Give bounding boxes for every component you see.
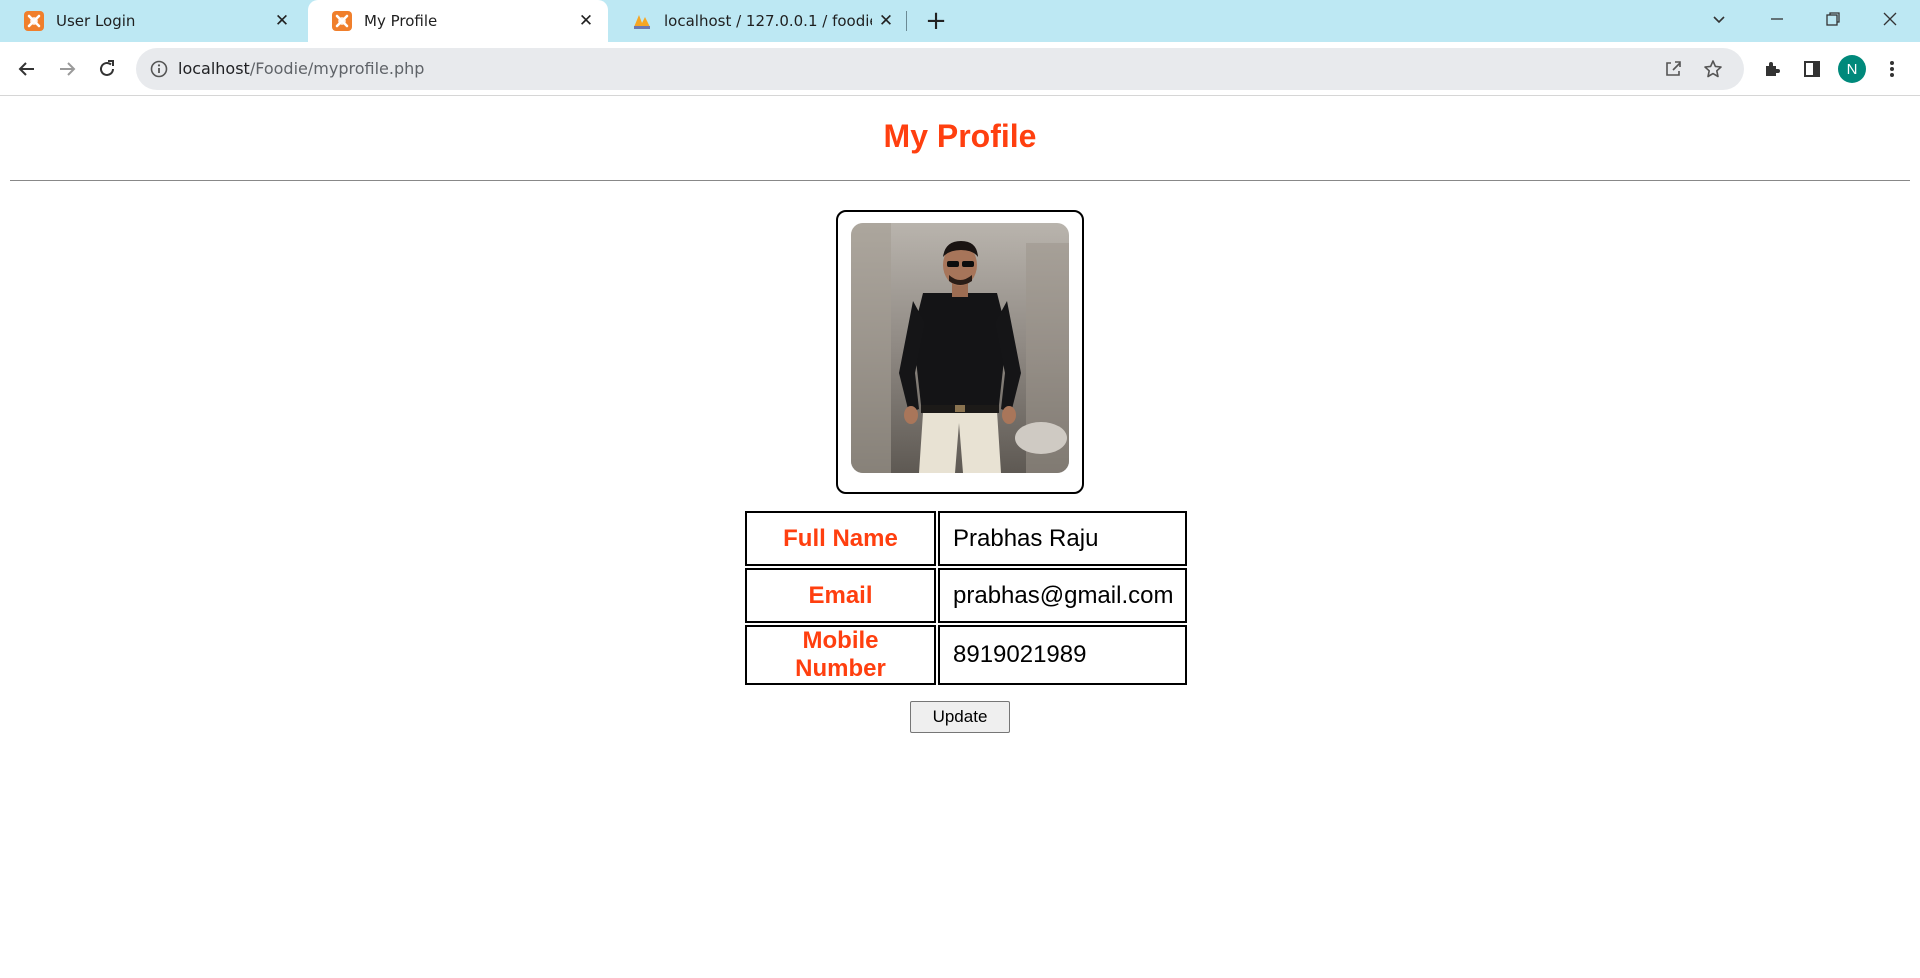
tab-title: My Profile <box>364 12 438 30</box>
tab-strip: User Login ✕ My Profile ✕ localhost / 12… <box>0 0 1920 42</box>
close-tab-icon[interactable]: ✕ <box>268 7 296 35</box>
restore-icon[interactable] <box>1805 0 1861 38</box>
table-row: Email prabhas@gmail.com <box>745 568 1188 623</box>
full-name-value: Prabhas Raju <box>938 511 1188 566</box>
update-button[interactable]: Update <box>910 701 1010 733</box>
side-panel-icon[interactable] <box>1796 53 1828 85</box>
close-tab-icon[interactable]: ✕ <box>872 7 900 35</box>
browser-toolbar: localhost/Foodie/myprofile.php N <box>0 42 1920 96</box>
full-name-label: Full Name <box>745 511 936 566</box>
menu-kebab-icon[interactable] <box>1876 53 1908 85</box>
forward-icon[interactable] <box>51 53 83 85</box>
table-row: Mobile Number 8919021989 <box>745 625 1188 685</box>
minimize-icon[interactable] <box>1749 0 1805 38</box>
tab-search-icon[interactable] <box>1691 0 1747 38</box>
mobile-number-value: 8919021989 <box>938 625 1188 685</box>
profile-photo-frame <box>836 210 1084 494</box>
tab-title: User Login <box>56 12 136 30</box>
profile-table: Full Name Prabhas Raju Email prabhas@gma… <box>743 509 1189 687</box>
new-tab-icon[interactable]: + <box>921 6 951 36</box>
close-tab-icon[interactable]: ✕ <box>572 7 600 35</box>
tab-my-profile[interactable]: My Profile ✕ <box>308 0 608 42</box>
phpmyadmin-icon <box>634 15 650 29</box>
close-window-icon[interactable] <box>1862 0 1918 38</box>
xampp-icon <box>332 11 352 31</box>
reload-icon[interactable] <box>91 53 123 85</box>
table-row: Full Name Prabhas Raju <box>745 511 1188 566</box>
extensions-icon[interactable] <box>1756 53 1788 85</box>
tab-title: localhost / 127.0.0.1 / foodie / ac <box>664 12 872 30</box>
address-bar[interactable]: localhost/Foodie/myprofile.php <box>136 48 1744 90</box>
tab-user-login[interactable]: User Login ✕ <box>0 0 304 42</box>
email-value: prabhas@gmail.com <box>938 568 1188 623</box>
tab-phpmyadmin[interactable]: localhost / 127.0.0.1 / foodie / ac ✕ <box>608 0 908 42</box>
divider <box>10 180 1910 181</box>
profile-photo <box>851 223 1069 473</box>
tab-divider <box>906 11 907 31</box>
url-text: localhost/Foodie/myprofile.php <box>178 59 425 78</box>
email-label: Email <box>745 568 936 623</box>
info-icon[interactable] <box>150 60 168 78</box>
page-title: My Profile <box>883 118 1037 154</box>
share-icon[interactable] <box>1662 58 1684 80</box>
page-body: My Profile Full Name Prabhas Raju Email … <box>0 97 1920 978</box>
back-icon[interactable] <box>11 53 43 85</box>
profile-avatar[interactable]: N <box>1838 55 1866 83</box>
bookmark-star-icon[interactable] <box>1702 58 1724 80</box>
mobile-number-label: Mobile Number <box>745 625 936 685</box>
xampp-icon <box>24 11 44 31</box>
